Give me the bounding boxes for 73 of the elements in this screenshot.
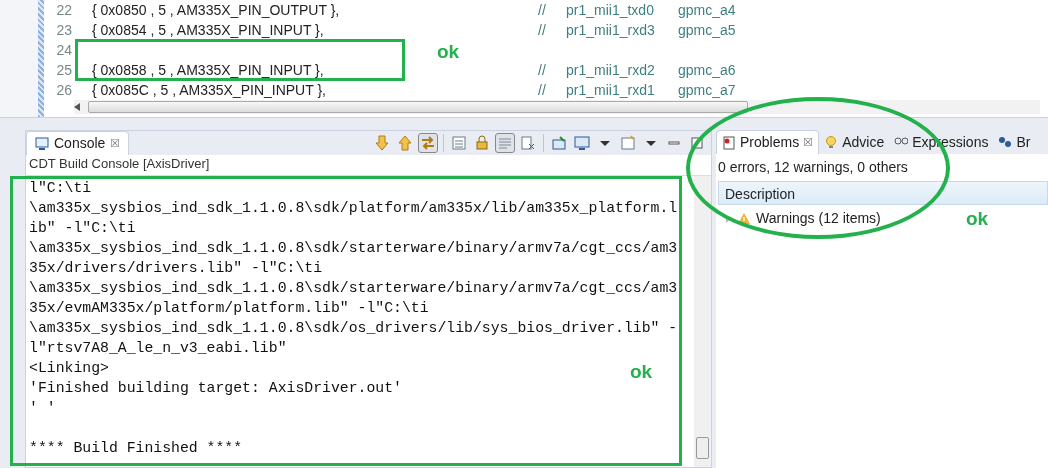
console-line: \am335x_sysbios_ind_sdk_1.1.0.8\sdk/platform/am335x/lib/am335x_platform.l [29,199,678,218]
problems-summary: 0 errors, 12 warnings, 0 others [717,158,909,177]
code-text: { 0x0854 , 5 , AM335X_PIN_INPUT }, [92,21,324,38]
down-arrow-button[interactable] [372,133,392,153]
comment-text: pr1_mii1_rxd3 [566,20,656,40]
comment-text: pr1_mii1_rxd1 [566,80,656,100]
monitor-icon [35,137,49,150]
console-line: \am335x_sysbios_ind_sdk_1.1.0.8\sdk/starterware/binary/armv7a/cgt_ccs/am3 [29,279,678,298]
maximize-icon [689,135,705,151]
console-line: 35x/evmAM335x/platform/platform.lib" -l"C:\ti [29,299,429,318]
lightbulb-icon [824,135,839,149]
monitor-icon [574,135,590,151]
line-number: 22 [55,0,73,20]
document-button[interactable] [449,133,469,153]
lock-icon [474,135,490,151]
panel-tab[interactable]: Advice [819,130,890,154]
console-line: ' ' [29,399,56,418]
warning-icon [738,213,750,224]
panel-tab[interactable]: Br [993,130,1036,154]
close-icon[interactable]: ☒ [110,135,121,152]
console-line: **** Build Finished **** [29,439,243,458]
annotation-text: ok [966,207,989,231]
pin-button[interactable] [549,133,569,153]
up-arrow-button[interactable] [395,133,415,153]
line-number: 26 [55,80,73,100]
comment-slashes: // [538,0,547,20]
panel-tab[interactable]: Problems ☒ [716,130,820,154]
clear-document-icon [520,135,536,151]
horizontal-scrollbar[interactable] [74,100,1040,114]
monitor-button[interactable] [572,133,592,153]
column-header: Description [718,181,1048,205]
annotation-text: ok [630,360,653,384]
document-icon [451,135,467,151]
line-number: 23 [55,20,73,40]
scrollbar-thumb[interactable] [696,437,709,459]
code-text: { 0x0850 , 5 , AM335X_PIN_OUTPUT }, [92,1,340,18]
pin-icon [551,135,567,151]
console-line: 35x/drivers/drivers.lib" -l"C:\ti [29,259,323,278]
swap-arrows-icon [420,135,436,151]
swap-arrows-button[interactable] [418,133,438,153]
text-lines-icon [497,135,513,151]
line-number: 25 [55,60,73,80]
comment-text: gpmc_a7 [678,80,736,100]
console-line: \am335x_sysbios_ind_sdk_1.1.0.8\sdk/os_drivers/lib/sys_bios_driver.lib" - [29,319,678,338]
problems-icon [722,135,736,150]
console-line: ib" -l"C:\ti [29,219,136,238]
tree-item[interactable]: Warnings (12 items) [756,208,881,229]
line-number: 24 [55,40,73,60]
dots-icon [998,135,1013,149]
console-line: <Linking> [29,359,109,378]
console-line: \am335x_sysbios_ind_sdk_1.1.0.8\sdk/starterware/binary/armv7a/cgt_ccs/am3 [29,239,678,258]
console-title: CDT Build Console [AxisDriver] [26,155,711,176]
close-icon[interactable]: ☒ [803,134,814,151]
comment-text: pr1_mii1_rxd2 [566,60,656,80]
comment-text: gpmc_a5 [678,20,736,40]
down-arrow-icon [374,135,390,151]
comment-slashes: // [538,60,547,80]
comment-slashes: // [538,80,547,100]
console-line: l"rtsv7A8_A_le_n_v3_eabi.lib" [29,339,287,358]
code-text: { 0x085C , 5 , AM335X_PIN_INPUT }, [92,81,326,98]
up-arrow-icon [397,135,413,151]
code-text: { 0x0858 , 5 , AM335X_PIN_INPUT }, [92,61,324,78]
comment-text: gpmc_a6 [678,60,736,80]
new-window-icon [620,135,636,151]
scrollbar-thumb[interactable] [88,101,748,113]
annotation-text: ok [437,40,460,64]
comment-text: gpmc_a4 [678,0,736,20]
comment-slashes: // [538,20,547,40]
console-tab[interactable]: Console ☒ [26,131,130,155]
console-line: 'Finished building target: AxisDriver.out' [29,379,402,398]
comment-text: pr1_mii1_txd0 [566,0,655,20]
console-line: l"C:\ti [29,179,92,198]
vertical-scrollbar[interactable] [694,176,711,467]
